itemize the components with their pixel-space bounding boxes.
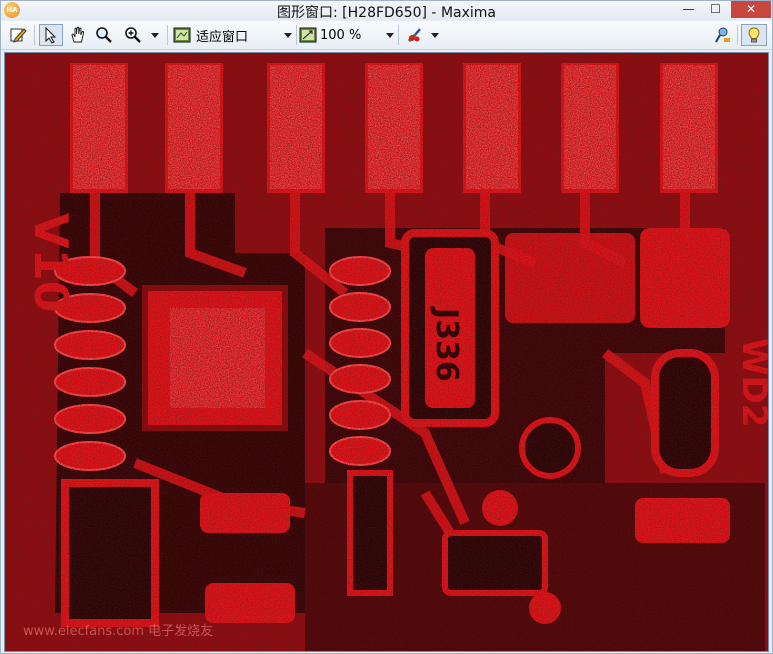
probe-icon: [712, 25, 732, 45]
toolbar: 适应窗口 100 %: [1, 21, 772, 50]
fit-window-label: 适应窗口: [196, 29, 249, 45]
chevron-down-icon[interactable]: [386, 32, 394, 38]
minimize-button[interactable]: —: [675, 1, 702, 18]
magnify-tool-button[interactable]: [93, 24, 115, 46]
close-icon: ✕: [745, 2, 757, 16]
window-title: 图形窗口: [H28FD650] - Maxima: [277, 5, 496, 21]
color-tool-button[interactable]: [402, 24, 442, 46]
measure-tool-button[interactable]: [711, 24, 733, 46]
toolbar-separator: [34, 25, 35, 45]
color-palette-icon: [405, 25, 425, 45]
arrow-pointer-icon: [41, 25, 61, 45]
maximize-button[interactable]: ☐: [702, 1, 729, 18]
magnifier-icon: [94, 25, 114, 45]
title-bar: HA 图形窗口: [H28FD650] - Maxima — ☐ ✕: [1, 1, 772, 21]
toolbar-separator: [737, 25, 738, 45]
zoom-image-icon: [298, 25, 318, 45]
toolbar-separator: [296, 25, 297, 45]
chevron-down-icon[interactable]: [151, 32, 159, 38]
select-tool-button[interactable]: [39, 24, 63, 46]
fit-window-icon: [172, 25, 192, 45]
image-canvas[interactable]: V10J336WD2www.elecfans.com 电子发烧友: [4, 52, 769, 652]
pcb-image: V10J336WD2www.elecfans.com 电子发烧友: [5, 53, 768, 651]
graphics-window: HA 图形窗口: [H28FD650] - Maxima — ☐ ✕ 适应窗口 …: [0, 0, 773, 654]
edit-tool-button[interactable]: [7, 24, 29, 46]
zoom-level-value: 100 %: [320, 27, 362, 43]
pencil-icon: [8, 25, 28, 45]
hand-icon: [68, 25, 88, 45]
chevron-down-icon[interactable]: [284, 32, 292, 38]
zoom-in-icon: [123, 25, 143, 45]
fit-window-select[interactable]: 适应窗口: [172, 24, 292, 46]
close-button[interactable]: ✕: [731, 1, 771, 18]
toolbar-separator: [398, 25, 399, 45]
chevron-down-icon[interactable]: [431, 32, 439, 38]
zoom-level-select[interactable]: 100 %: [298, 24, 394, 46]
noise-overlay: [5, 53, 768, 651]
zoom-in-button[interactable]: [119, 24, 163, 46]
lightbulb-icon: [744, 25, 764, 45]
light-tool-button[interactable]: [741, 24, 767, 46]
pan-tool-button[interactable]: [67, 24, 89, 46]
minimize-icon: —: [682, 2, 695, 16]
maximize-icon: ☐: [710, 2, 721, 16]
toolbar-separator: [167, 25, 168, 45]
